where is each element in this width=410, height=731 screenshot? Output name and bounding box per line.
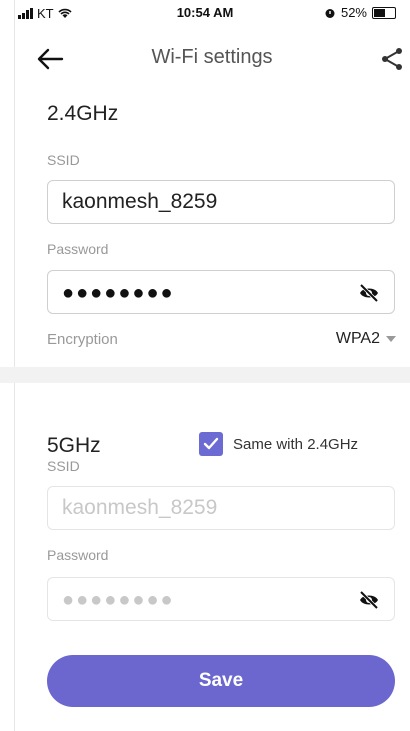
band-24-ssid-label: SSID: [47, 152, 80, 168]
eye-off-icon[interactable]: [358, 283, 380, 303]
band-24-password-label: Password: [47, 241, 109, 257]
same-with-24-label: Same with 2.4GHz: [233, 435, 359, 453]
app-header: Wi-Fi settings: [14, 38, 410, 82]
left-edge-line: [14, 0, 15, 731]
eye-off-icon[interactable]: [358, 590, 380, 610]
section-divider: [0, 367, 410, 383]
status-right: 52%: [324, 5, 396, 20]
alarm-icon: [325, 8, 335, 18]
band-5-password-value: ●●●●●●●●: [62, 589, 175, 611]
battery-icon: [372, 6, 396, 19]
checkmark-icon: [203, 437, 219, 450]
band-5-ssid-label: SSID: [47, 458, 80, 474]
band-24-password-input[interactable]: ●●●●●●●●: [47, 270, 395, 314]
band-5-ssid-input: kaonmesh_8259: [47, 486, 395, 530]
save-button[interactable]: Save: [47, 655, 395, 707]
band-5-ssid-value: kaonmesh_8259: [62, 496, 218, 519]
band-24-ssid-value: kaonmesh_8259: [62, 190, 218, 213]
band-24-title: 2.4GHz: [47, 102, 119, 125]
band-5-password-input: ●●●●●●●●: [47, 577, 395, 621]
band-5-title: 5GHz: [47, 434, 101, 457]
same-with-24-checkbox[interactable]: [199, 432, 223, 456]
page-title: Wi-Fi settings: [151, 46, 273, 68]
same-with-24-toggle[interactable]: Same with 2.4GHz: [199, 432, 358, 456]
encryption-label: Encryption: [47, 331, 118, 348]
band-24-ssid-input[interactable]: kaonmesh_8259: [47, 180, 395, 224]
encryption-value: WPA2: [335, 330, 380, 347]
status-bar: KT 10:54 AM 52%: [0, 0, 410, 26]
share-icon[interactable]: [380, 46, 404, 72]
chevron-down-icon: [386, 336, 396, 342]
band-24-password-value: ●●●●●●●●: [62, 282, 175, 304]
band-5-password-label: Password: [47, 547, 109, 563]
encryption-select[interactable]: WPA2: [336, 330, 396, 348]
battery-percent: 52%: [340, 5, 367, 20]
